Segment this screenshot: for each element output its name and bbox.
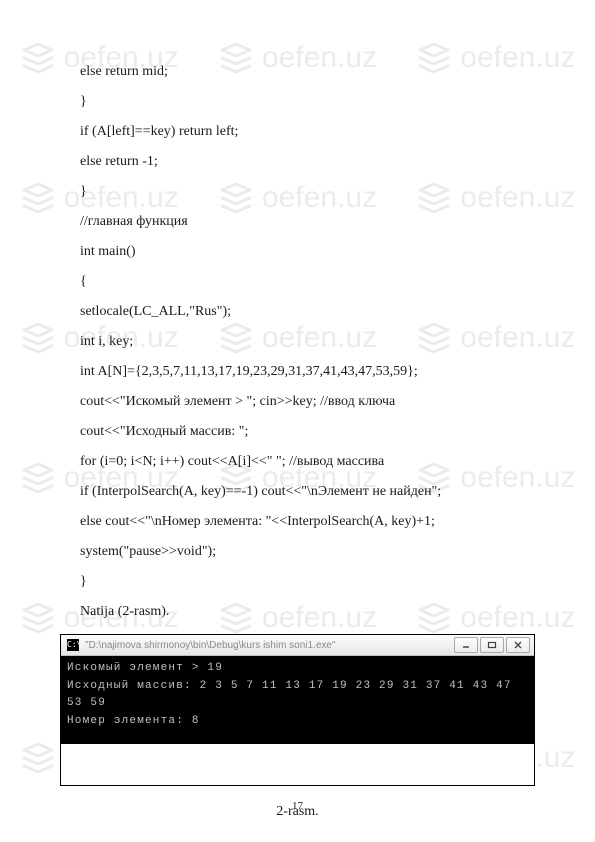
code-line: int A[N]={2,3,5,7,11,13,17,19,23,29,31,3… (80, 358, 523, 386)
console-line: Исходный массив: 2 3 5 7 11 13 17 19 23 … (67, 678, 528, 713)
code-line: } (80, 568, 523, 596)
console-line: Номер элемента: 8 (67, 713, 528, 731)
code-line: for (i=0; i<N; i++) cout<<A[i]<<" "; //в… (80, 448, 523, 476)
console-scroll-area[interactable]: Искомый элемент > 19 Исходный массив: 2 … (61, 656, 534, 786)
code-line: else cout<<"\nНомер элемента: "<<Interpo… (80, 508, 523, 536)
code-line: system("pause>>void"); (80, 538, 523, 566)
code-line: else return -1; (80, 148, 523, 176)
close-button[interactable] (506, 637, 530, 653)
code-line: } (80, 88, 523, 116)
console-line: Искомый элемент > 19 (67, 660, 528, 678)
window-titlebar[interactable]: C:\ "D:\najimova shirmonoy\bin\Debug\kur… (61, 635, 534, 656)
code-line: cout<<"Искомый элемент > "; cin>>key; //… (80, 388, 523, 416)
window-title: "D:\najimova shirmonoy\bin\Debug\kurs is… (85, 640, 454, 651)
code-line: { (80, 268, 523, 296)
maximize-button[interactable] (480, 637, 504, 653)
code-line: if (InterpolSearch(A, key)==-1) cout<<"\… (80, 478, 523, 506)
minimize-button[interactable] (454, 637, 478, 653)
code-line: if (A[left]==key) return left; (80, 118, 523, 146)
code-line: int i, key; (80, 328, 523, 356)
code-line: //главная функция (80, 208, 523, 236)
code-line: setlocale(LC_ALL,"Rus"); (80, 298, 523, 326)
console-window: C:\ "D:\najimova shirmonoy\bin\Debug\kur… (60, 634, 535, 786)
code-line: } (80, 178, 523, 206)
console-output: Искомый элемент > 19 Исходный массив: 2 … (61, 656, 534, 744)
cmd-icon: C:\ (67, 639, 79, 651)
document-body: else return mid; } if (A[left]==key) ret… (0, 0, 595, 626)
code-line: cout<<"Исходный массив: "; (80, 418, 523, 446)
code-line: Natija (2-rasm). (80, 598, 523, 626)
code-line: else return mid; (80, 58, 523, 86)
code-line: int main() (80, 238, 523, 266)
page-number: 17 (0, 800, 595, 812)
